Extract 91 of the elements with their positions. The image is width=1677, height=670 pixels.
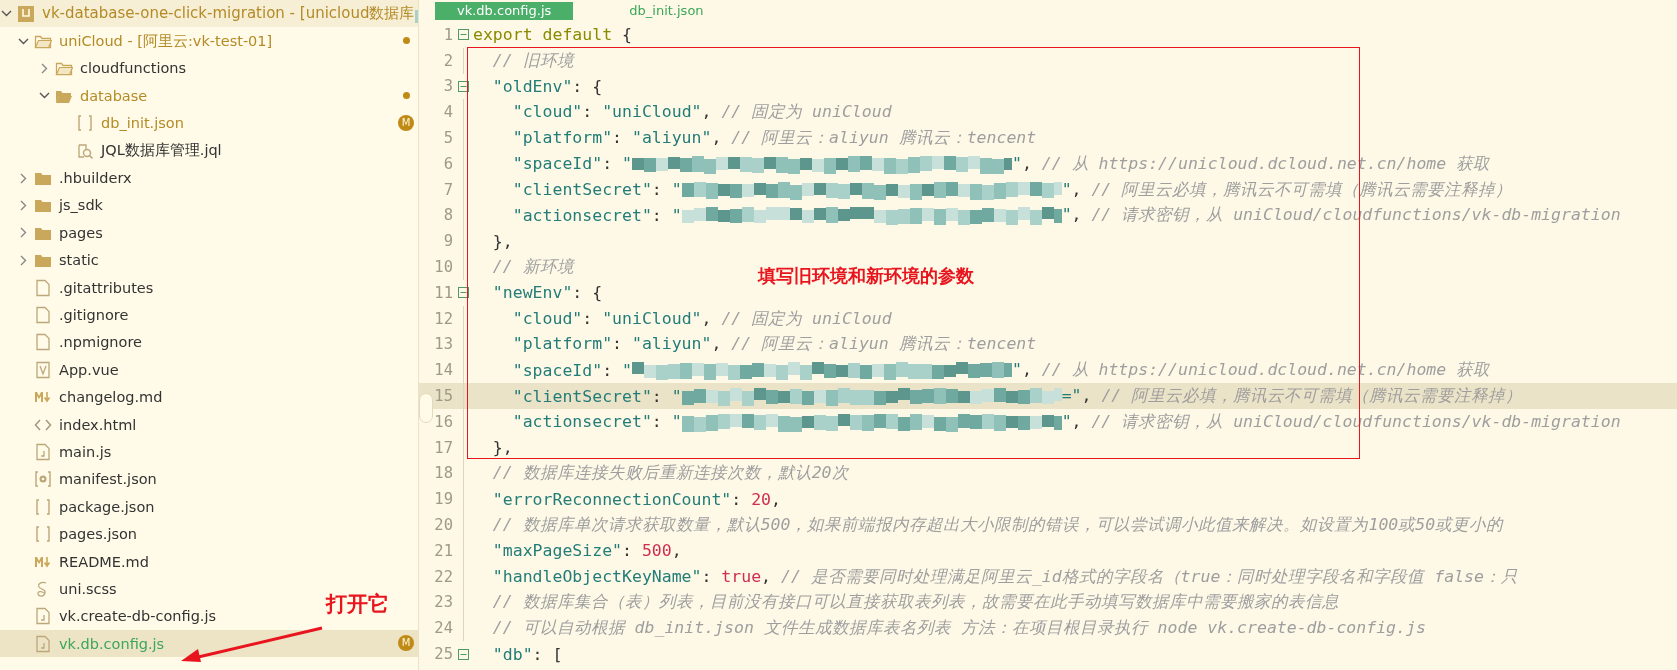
annotation-text: 打开它	[326, 591, 389, 618]
code-text: "db": [	[491, 644, 563, 664]
code-text: // 新环境	[491, 256, 574, 279]
file-tree-item[interactable]: .hbuilderx	[0, 164, 142, 192]
code-text: // 数据库单次请求获取数量，默认500，如果前端报内存超出大小限制的错误，可以尝试调小此值来解决。如设置为100或50或更小的	[491, 514, 1504, 537]
file-tree-item[interactable]: .gitattributes	[0, 273, 164, 302]
line-number: 2	[442, 51, 453, 70]
file-tree-item[interactable]: manifest.json	[0, 465, 167, 494]
file-tree-item[interactable]: index.html	[0, 410, 147, 439]
settings-icon	[34, 470, 52, 489]
code-text: "spaceId": "	[511, 360, 632, 380]
code-text: "errorReconnectionCount": 20,	[491, 489, 781, 509]
file-icon	[34, 634, 52, 653]
file-tree-item[interactable]: cloudfunctions	[0, 54, 197, 83]
callout-note: 填写旧环境和新环境的参数	[758, 264, 974, 288]
code-text: "oldEnv": {	[491, 77, 603, 96]
code-text: "cloud": "uniCloud", // 固定为 uniCloud	[511, 101, 892, 124]
code-text: // 旧环境	[491, 49, 574, 72]
file-tree-item[interactable]: pages	[0, 219, 113, 247]
line-number: 10	[433, 258, 453, 277]
fold-icon[interactable]	[458, 81, 469, 92]
file-tree-item[interactable]: .npmignore	[0, 328, 152, 357]
brackets-icon	[34, 525, 52, 544]
line-number: 19	[433, 490, 453, 509]
fold-icon[interactable]	[458, 287, 469, 299]
line-number: 6	[442, 154, 453, 173]
line-number: 4	[442, 103, 453, 122]
file-tree-item[interactable]: changelog.md	[0, 383, 173, 411]
line-number: 21	[433, 541, 453, 560]
fold-icon[interactable]	[458, 648, 469, 660]
file-tree-item[interactable]: js_sdk	[0, 191, 113, 220]
file-icon	[34, 306, 52, 324]
code-text: "spaceId": "	[511, 154, 632, 174]
code-text: "platform": "aliyun", // 阿里云：aliyun 腾讯云：tencent	[511, 127, 1037, 150]
line-number: 23	[433, 593, 453, 612]
code-text: // 数据库连接失败后重新连接次数，默认20次	[491, 462, 849, 485]
code-text: // 数据库集合（表）列表，目前没有接口可以直接获取表列表，故需要在此手动填写数据库中需要搬家的表信息	[491, 591, 1339, 614]
code-text: "handleObjectKeyName": true, // 是否需要同时处理满足阿里云_id格式的字段名（true：同时处理字段名和字段值 false：只	[491, 565, 1518, 588]
line-number: 8	[442, 206, 453, 225]
line-number: 5	[442, 129, 453, 148]
file-icon	[34, 607, 52, 626]
project-icon	[17, 4, 35, 23]
line-number: 25	[433, 645, 453, 663]
database-search-icon	[76, 141, 94, 160]
code-text: =", // 阿里云必填，腾讯云不可需填（腾讯云需要注释掉）	[1061, 385, 1523, 408]
line-number: 1	[442, 25, 453, 44]
line-number: 16	[433, 412, 453, 431]
line-number: 17	[433, 438, 453, 457]
fold-icon[interactable]	[458, 29, 469, 41]
file-icon	[34, 333, 52, 352]
code-text: "platform": "aliyun", // 阿里云：aliyun 腾讯云：tencent	[511, 333, 1037, 356]
line-number: 12	[433, 309, 453, 328]
line-number: 9	[442, 232, 453, 251]
brackets-icon	[34, 497, 52, 516]
code-text: "maxPageSize": 500,	[491, 541, 682, 561]
code-text: "clientSecret": "	[511, 180, 682, 200]
brackets-icon	[76, 114, 94, 133]
resize-handle[interactable]	[419, 393, 433, 423]
file-tree-item[interactable]: uni.scss	[0, 575, 127, 603]
code-text: "newEnv": {	[491, 283, 603, 303]
file-tree-item[interactable]: .gitignore	[0, 301, 139, 329]
line-number: 13	[433, 335, 453, 354]
line-number: 14	[433, 361, 453, 380]
file-icon	[34, 360, 52, 379]
line-number: 11	[433, 283, 453, 302]
code-text: export default {	[473, 25, 632, 45]
code-text: "cloud": "uniCloud", // 固定为 uniCloud	[511, 307, 892, 330]
line-number: 3	[442, 77, 453, 96]
status-badge: M	[398, 114, 414, 131]
code-text: "actionsecret": "	[511, 412, 682, 432]
file-tree-item[interactable]: App.vue	[0, 356, 129, 384]
code-text: "actionsecret": "	[511, 205, 682, 225]
line-number: 22	[433, 567, 453, 586]
code-text: },	[491, 438, 513, 458]
line-number: 7	[442, 180, 453, 199]
line-number: 18	[433, 464, 453, 483]
file-tree-item[interactable]: package.json	[0, 493, 165, 521]
code-text: "clientSecret": "	[511, 386, 682, 406]
code-text: // 可以自动根据 db_init.json 文件生成数据库表名列表 方法：在项目根目录执行 node vk.create-db-config.js	[491, 617, 1426, 640]
code-text: },	[491, 231, 513, 251]
line-number: 15	[433, 387, 453, 406]
line-number: 20	[433, 516, 453, 535]
file-tree-item[interactable]: pages.json	[0, 520, 148, 548]
file-tree-item[interactable]: static	[0, 246, 109, 274]
file-tree-item[interactable]: JQL数据库管理.jql	[0, 136, 232, 165]
line-number: 24	[433, 619, 453, 638]
file-tree-item[interactable]: README.md	[0, 547, 159, 576]
file-tree-item[interactable]: main.js	[0, 438, 122, 466]
file-tree-item[interactable]: vk.create-db-config.js	[0, 602, 227, 630]
file-icon	[34, 278, 52, 297]
file-icon	[34, 442, 52, 461]
